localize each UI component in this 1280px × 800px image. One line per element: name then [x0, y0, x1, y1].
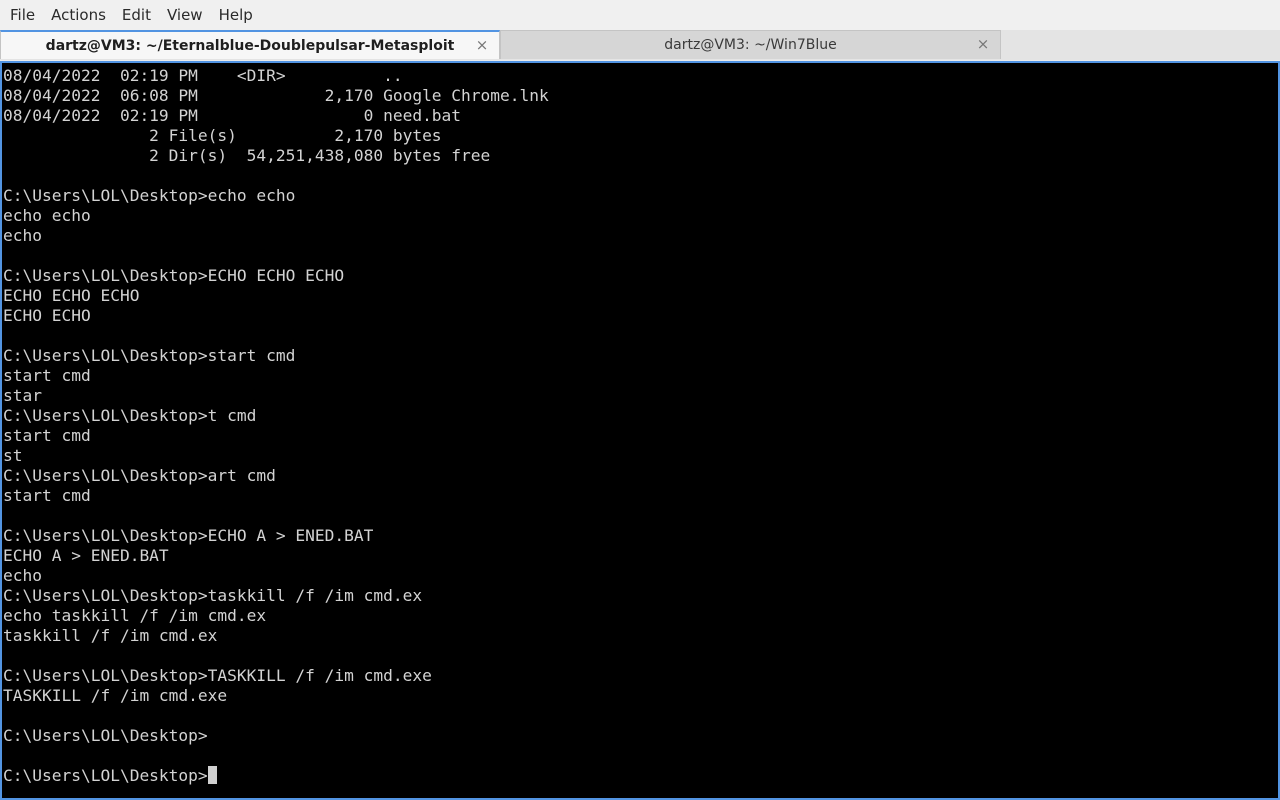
- tab-label: dartz@VM3: ~/Win7Blue: [664, 37, 837, 53]
- terminal-line: 08/04/2022 02:19 PM <DIR> ..: [3, 66, 403, 85]
- terminal-line: 08/04/2022 02:19 PM 0 need.bat: [3, 106, 462, 125]
- menu-help[interactable]: Help: [211, 0, 261, 30]
- terminal-line: ECHO A > ENED.BAT: [3, 546, 169, 565]
- tab-bar: dartz@VM3: ~/Eternalblue-Doublepulsar-Me…: [0, 30, 1280, 60]
- tab-win7blue[interactable]: dartz@VM3: ~/Win7Blue ×: [500, 30, 1001, 59]
- terminal-line: C:\Users\LOL\Desktop>start cmd: [3, 346, 296, 365]
- menu-file[interactable]: File: [2, 0, 43, 30]
- terminal-line: C:\Users\LOL\Desktop>taskkill /f /im cmd…: [3, 586, 423, 605]
- terminal-line: TASKKILL /f /im cmd.exe: [3, 686, 228, 705]
- terminal-line: C:\Users\LOL\Desktop>TASKKILL /f /im cmd…: [3, 666, 432, 685]
- terminal-line: C:\Users\LOL\Desktop>t cmd: [3, 406, 257, 425]
- terminal-line: 08/04/2022 06:08 PM 2,170 Google Chrome.…: [3, 86, 549, 105]
- menu-actions[interactable]: Actions: [43, 0, 114, 30]
- close-icon[interactable]: ×: [475, 32, 489, 59]
- terminal-line: taskkill /f /im cmd.ex: [3, 626, 218, 645]
- terminal-line: 2 File(s) 2,170 bytes: [3, 126, 442, 145]
- terminal-line: ECHO ECHO ECHO: [3, 286, 140, 305]
- terminal-line: C:\Users\LOL\Desktop>ECHO A > ENED.BAT: [3, 526, 374, 545]
- menu-bar: File Actions Edit View Help: [0, 0, 1280, 30]
- terminal-line: star: [3, 386, 42, 405]
- terminal-line: C:\Users\LOL\Desktop>echo echo: [3, 186, 296, 205]
- terminal-line: start cmd: [3, 426, 91, 445]
- terminal-line: echo: [3, 226, 42, 245]
- terminal-line: start cmd: [3, 486, 91, 505]
- terminal-line: C:\Users\LOL\Desktop>art cmd: [3, 466, 276, 485]
- terminal-line: ECHO ECHO: [3, 306, 91, 325]
- terminal-line: echo: [3, 566, 42, 585]
- terminal-window: File Actions Edit View Help dartz@VM3: ~…: [0, 0, 1280, 800]
- terminal-line: echo echo: [3, 206, 91, 225]
- terminal-prompt: C:\Users\LOL\Desktop>: [3, 766, 208, 785]
- terminal-line: st: [3, 446, 23, 465]
- terminal-scrollbar[interactable]: [1272, 63, 1278, 798]
- terminal-line: echo taskkill /f /im cmd.ex: [3, 606, 267, 625]
- terminal-line: start cmd: [3, 366, 91, 385]
- terminal-line: C:\Users\LOL\Desktop>: [3, 726, 208, 745]
- terminal-cursor: [207, 766, 217, 784]
- terminal-output[interactable]: 08/04/2022 02:19 PM <DIR> .. 08/04/2022 0…: [0, 61, 1280, 800]
- tab-label: dartz@VM3: ~/Eternalblue-Doublepulsar-Me…: [45, 38, 455, 54]
- menu-edit[interactable]: Edit: [114, 0, 159, 30]
- tab-eternalblue[interactable]: dartz@VM3: ~/Eternalblue-Doublepulsar-Me…: [0, 30, 500, 59]
- terminal-text: 08/04/2022 02:19 PM <DIR> .. 08/04/2022 0…: [3, 66, 549, 786]
- terminal-line: 2 Dir(s) 54,251,438,080 bytes free: [3, 146, 491, 165]
- terminal-line: C:\Users\LOL\Desktop>ECHO ECHO ECHO: [3, 266, 345, 285]
- close-icon[interactable]: ×: [976, 31, 990, 58]
- terminal-prompt-line[interactable]: C:\Users\LOL\Desktop>: [3, 766, 549, 786]
- menu-view[interactable]: View: [159, 0, 211, 30]
